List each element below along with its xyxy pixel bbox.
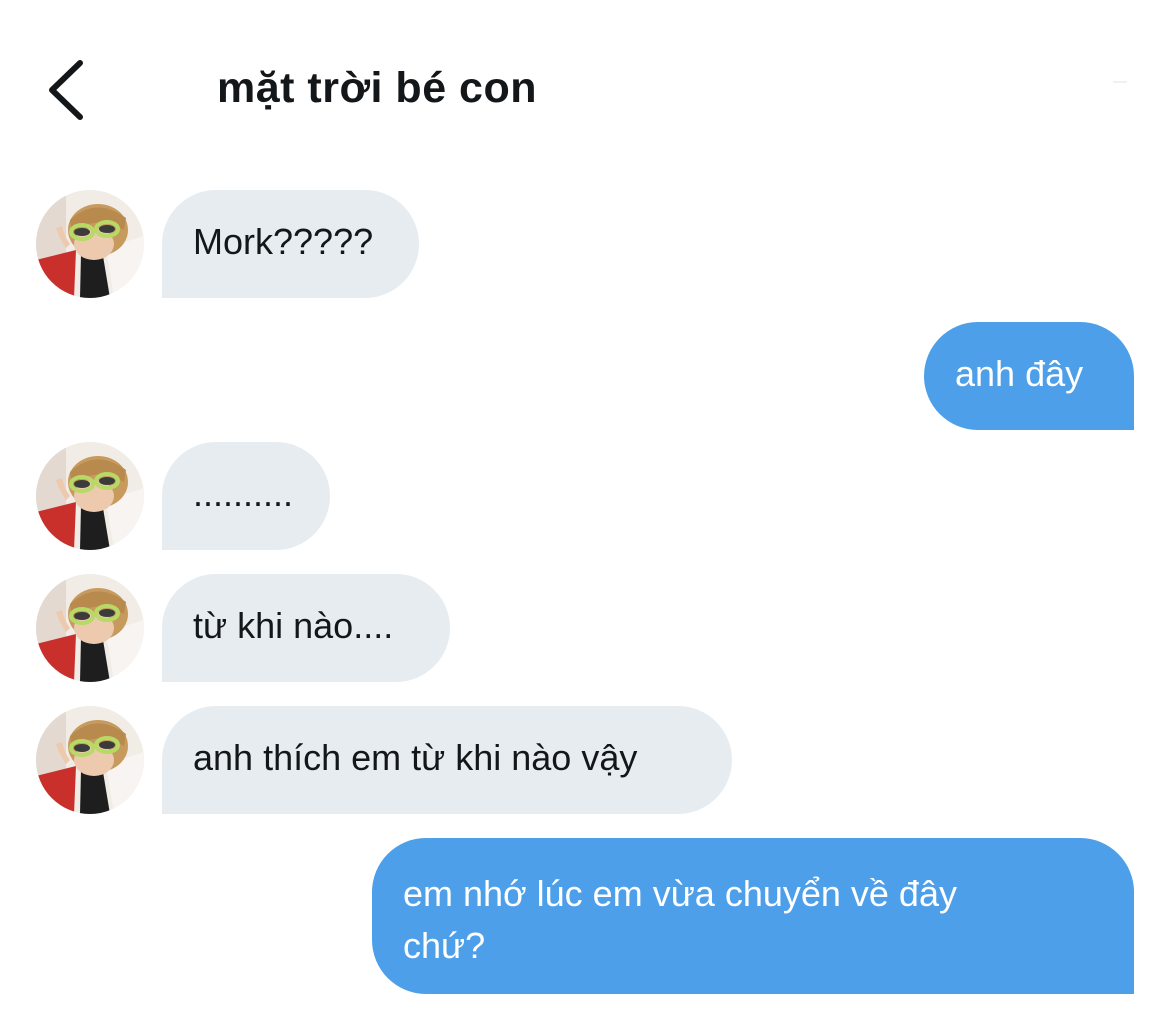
message-text: từ khi nào.... <box>193 605 394 646</box>
conversation-header: mặt trời bé con <box>0 0 1169 170</box>
message-text: Mork????? <box>193 221 374 262</box>
outgoing-message-bubble[interactable]: em nhớ lúc em vừa chuyển về đây chứ? <box>372 838 1134 994</box>
contact-avatar[interactable] <box>36 442 144 550</box>
message-text: .......... <box>193 473 294 514</box>
incoming-message-bubble[interactable]: Mork????? <box>162 190 419 298</box>
incoming-message-bubble[interactable]: anh thích em từ khi nào vậy <box>162 706 732 814</box>
message-text-line: chứ? <box>403 925 486 966</box>
message-text: anh đây <box>955 353 1084 394</box>
conversation-title: mặt trời bé con <box>217 64 538 112</box>
contact-avatar[interactable] <box>36 706 144 814</box>
chevron-left-icon <box>49 60 83 120</box>
back-button[interactable] <box>40 55 100 125</box>
outgoing-message-bubble[interactable]: anh đây <box>924 322 1134 430</box>
incoming-message-bubble[interactable]: .......... <box>162 442 330 550</box>
header-divider-mark <box>1113 81 1127 83</box>
message-text-line: em nhớ lúc em vừa chuyển về đây <box>403 873 957 914</box>
incoming-message-bubble[interactable]: từ khi nào.... <box>162 574 450 682</box>
contact-avatar[interactable] <box>36 574 144 682</box>
message-text: anh thích em từ khi nào vậy <box>193 737 638 778</box>
contact-avatar[interactable] <box>36 190 144 298</box>
